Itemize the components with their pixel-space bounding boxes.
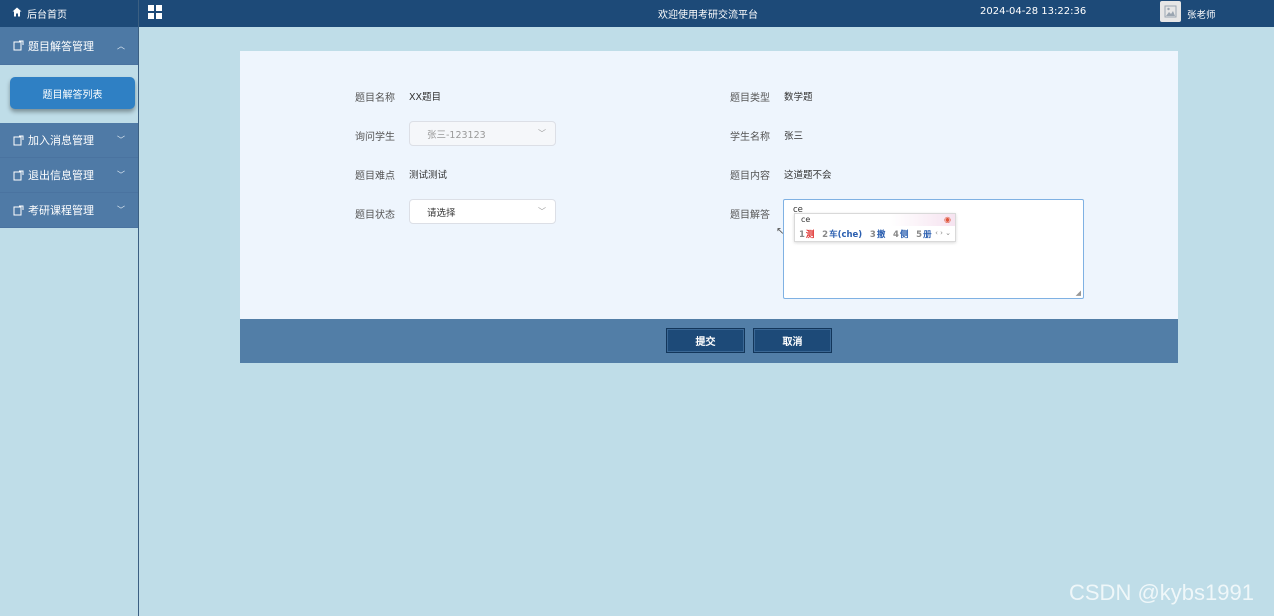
edit-icon	[13, 170, 24, 181]
field-label-answer: 题目解答	[730, 210, 770, 221]
ime-page-nav-icon[interactable]: ‹ › ⌄	[935, 229, 951, 237]
status-select[interactable]: 请选择 ﹀	[409, 199, 556, 224]
ime-candidate[interactable]: 5册	[916, 230, 931, 240]
edit-icon	[13, 205, 24, 216]
ime-logo-icon: ◉	[944, 215, 951, 224]
field-value-type: 数学题	[784, 92, 813, 103]
sidebar-item-answer-list[interactable]: 题目解答列表	[10, 77, 135, 109]
ime-candidate[interactable]: 2车(che)	[822, 230, 862, 240]
sidebar-menu-label: 考研课程管理	[28, 204, 94, 217]
mouse-cursor-icon: ↖	[776, 226, 785, 237]
status-select-value: 请选择	[427, 207, 456, 219]
field-label-student: 询问学生	[355, 132, 395, 143]
student-select-value: 张三-123123	[427, 129, 486, 141]
cancel-button[interactable]: 取消	[753, 328, 832, 353]
field-label-content: 题目内容	[730, 171, 770, 182]
ime-candidate[interactable]: 1测	[799, 230, 814, 240]
edit-icon	[13, 135, 24, 146]
header-title: 欢迎使用考研交流平台	[658, 10, 758, 21]
sidebar-menu-join-messages[interactable]: 加入消息管理 ﹀	[0, 123, 138, 158]
student-select[interactable]: 张三-123123 ﹀	[409, 121, 556, 146]
field-value-name: XX题目	[409, 92, 442, 103]
sidebar: 后台首页 题目解答管理 ︿ 题目解答列表 加入消息管理 ﹀ 退出信息管理 ﹀ 考…	[0, 0, 139, 616]
field-label-status: 题目状态	[355, 210, 395, 221]
field-label-student-name: 学生名称	[730, 132, 770, 143]
sidebar-home[interactable]: 后台首页	[0, 0, 138, 27]
chevron-down-icon: ﹀	[538, 129, 546, 138]
sidebar-menu-courses[interactable]: 考研课程管理 ﹀	[0, 193, 138, 228]
header-datetime: 2024-04-28 13:22:36	[980, 6, 1087, 17]
field-value-content: 这道题不会	[784, 170, 832, 181]
form-panel: 题目名称 XX题目 题目类型 数学题 询问学生 张三-123123 ﹀ 学生名称…	[240, 51, 1178, 319]
sidebar-submenu: 题目解答列表	[0, 65, 138, 123]
resize-handle-icon[interactable]: ◢	[1076, 289, 1081, 297]
sidebar-menu-label: 题目解答管理	[28, 39, 94, 53]
sidebar-menu-exit-info[interactable]: 退出信息管理 ﹀	[0, 158, 138, 193]
submit-button[interactable]: 提交	[666, 328, 745, 353]
top-header: 欢迎使用考研交流平台 2024-04-28 13:22:36 张老师	[139, 0, 1274, 27]
menu-grid-icon[interactable]	[148, 5, 162, 19]
form-actions-bar: 提交 取消	[240, 319, 1178, 363]
chevron-down-icon: ﹀	[117, 135, 125, 145]
chevron-up-icon: ︿	[117, 41, 125, 50]
header-username[interactable]: 张老师	[1187, 7, 1216, 21]
avatar[interactable]	[1160, 1, 1181, 22]
sidebar-menu-label: 退出信息管理	[28, 169, 94, 182]
image-icon	[1164, 5, 1177, 18]
field-label-name: 题目名称	[355, 93, 395, 104]
ime-candidate[interactable]: 3撤	[870, 230, 885, 240]
chevron-down-icon: ﹀	[117, 205, 125, 215]
field-label-type: 题目类型	[730, 93, 770, 104]
edit-icon	[13, 40, 24, 51]
chevron-down-icon: ﹀	[538, 207, 546, 216]
sidebar-menu-question-answer[interactable]: 题目解答管理 ︿	[0, 27, 138, 65]
ime-candidate-popup: ce ◉ 1测 2车(che) 3撤 4侧 5册 ‹ › ⌄	[794, 213, 956, 242]
sidebar-menu-label: 加入消息管理	[28, 134, 94, 147]
ime-candidate[interactable]: 4侧	[893, 230, 908, 240]
field-value-student-name: 张三	[784, 131, 804, 142]
watermark-text: CSDN @kybs1991	[1069, 580, 1254, 605]
field-value-difficulty: 测试测试	[409, 170, 448, 181]
home-icon	[12, 7, 22, 20]
sidebar-item-label: 题目解答列表	[42, 89, 103, 101]
chevron-down-icon: ﹀	[117, 170, 125, 180]
field-label-difficulty: 题目难点	[355, 171, 395, 182]
ime-candidates: 1测 2车(che) 3撤 4侧 5册	[799, 228, 937, 240]
ime-typed-text: ce	[801, 215, 811, 224]
sidebar-home-label: 后台首页	[27, 10, 67, 21]
